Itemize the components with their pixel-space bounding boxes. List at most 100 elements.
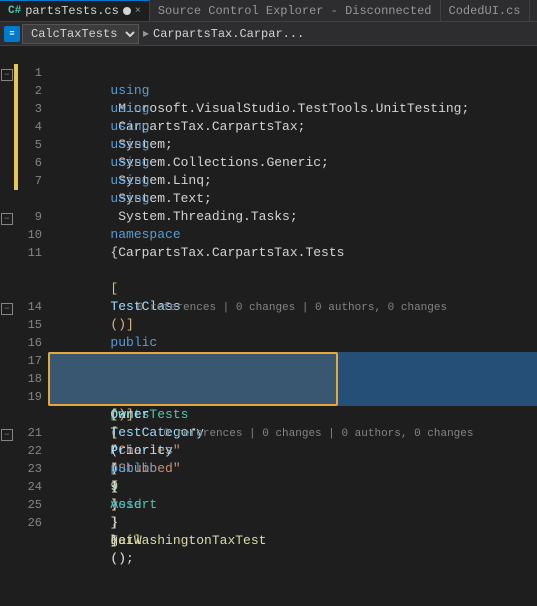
code-line-18: [ TestCategory ( "Stubbed" ) ]	[48, 370, 537, 388]
gutter-cell-3	[0, 100, 14, 118]
breadcrumb-icon: ≡	[4, 26, 20, 42]
gutter-cell-15	[0, 316, 14, 334]
linenum-21: 21	[18, 424, 42, 442]
gutter-cell-21[interactable]: −	[0, 424, 14, 442]
gutter-cell-11	[0, 244, 14, 262]
code-brace-close-ns: }	[110, 533, 118, 548]
code-line-2: using CarpartsTax.CarpartsTax;	[48, 82, 537, 100]
gutter-cell-2	[0, 82, 14, 100]
linenum-20	[18, 406, 42, 424]
linenum-3: 3	[18, 100, 42, 118]
breadcrumb-right: CarpartsTax.Carpar...	[153, 27, 304, 41]
breadcrumb-icon-text: ≡	[9, 29, 14, 39]
code-line-11: [ TestClass ()]	[48, 244, 537, 262]
code-line-8	[48, 190, 537, 208]
tab-close-partstests[interactable]: ×	[135, 6, 141, 17]
breadcrumb-dropdown[interactable]: CalcTaxTests	[22, 24, 139, 44]
gutter-cell-16	[0, 334, 14, 352]
linenum-13	[18, 280, 42, 298]
linenum-6: 6	[18, 154, 42, 172]
gutter-cell-12	[0, 262, 14, 280]
gutter-cell-0	[0, 46, 14, 64]
code-line-25: }	[48, 496, 537, 514]
tab-modified-dot	[123, 7, 131, 15]
tab-label-sourcecontrol: Source Control Explorer - Disconnected	[158, 4, 432, 18]
code-line-15: {	[48, 316, 537, 334]
collapse-using[interactable]: −	[1, 69, 13, 81]
editor-area: − − −	[0, 46, 537, 606]
code-line-6: using System.Text;	[48, 154, 537, 172]
gutter-cell-24	[0, 478, 14, 496]
code-line-24: }	[48, 478, 537, 496]
linenum-15: 15	[18, 316, 42, 334]
gutter-cell-5	[0, 136, 14, 154]
code-line-5: using System.Linq;	[48, 136, 537, 154]
gutter-cell-18	[0, 370, 14, 388]
tab-label-codedui: CodedUI.cs	[449, 4, 521, 18]
code-line-14: public class partsTests	[48, 298, 537, 316]
gutter-cell-6	[0, 154, 14, 172]
linenum-4: 4	[18, 118, 42, 136]
col-code: using Microsoft.VisualStudio.TestTools.U…	[48, 46, 537, 606]
linenum-22: 22	[18, 442, 42, 460]
code-line-7: using System.Threading.Tasks;	[48, 172, 537, 190]
linenum-0	[18, 46, 42, 64]
gutter-cell-20	[0, 406, 14, 424]
gutter-cell-4	[0, 118, 14, 136]
code-line-17: [ Owner ( "Charles" ) ]	[48, 352, 537, 370]
linenum-12	[18, 262, 42, 280]
code-line-16: [ TestMethod ()]	[48, 334, 537, 352]
linenum-1: 1	[18, 64, 42, 82]
linenum-17: 17	[18, 352, 42, 370]
tab-partstests[interactable]: C# partsTests.cs ×	[0, 0, 150, 21]
col-linenums: 1 2 3 4 5 6 7 9 10 11 14 15 16 17 18 19 …	[18, 46, 48, 606]
collapse-method[interactable]: −	[1, 429, 13, 441]
linenum-10: 10	[18, 226, 42, 244]
tab-codedui[interactable]: CodedUI.cs	[441, 0, 530, 21]
collapse-class[interactable]: −	[1, 303, 13, 315]
gutter-cell-22	[0, 442, 14, 460]
gutter-cell-25	[0, 496, 14, 514]
linenum-19: 19	[18, 388, 42, 406]
linenum-25: 25	[18, 496, 42, 514]
col-gutter: − − −	[0, 46, 14, 606]
linenum-14: 14	[18, 298, 42, 316]
linenum-2: 2	[18, 82, 42, 100]
gutter-cell-9[interactable]: −	[0, 208, 14, 226]
code-parens-23: ();	[110, 551, 133, 566]
linenum-9: 9	[18, 208, 42, 226]
code-line-26: }	[48, 514, 537, 532]
code-line-1: using Microsoft.VisualStudio.TestTools.U…	[48, 64, 537, 82]
code-line-13: 0 references | 0 changes | 0 authors, 0 …	[48, 280, 537, 298]
linenum-26: 26	[18, 514, 42, 532]
code-line-20: 0 references | 0 changes | 0 authors, 0 …	[48, 406, 537, 424]
gutter-cell-8	[0, 190, 14, 208]
linenum-7: 7	[18, 172, 42, 190]
code-line-4: using System.Collections.Generic;	[48, 118, 537, 136]
gutter-cell-1[interactable]: −	[0, 64, 14, 82]
linenum-18: 18	[18, 370, 42, 388]
code-line-9: namespace CarpartsTax.CarpartsTax.Tests	[48, 208, 537, 226]
gutter-cell-14[interactable]: −	[0, 298, 14, 316]
code-line-19: [ Priority ( 9 ) ]	[48, 388, 537, 406]
tab-icon-cs: C#	[8, 5, 21, 17]
linenum-5: 5	[18, 136, 42, 154]
linenum-11: 11	[18, 244, 42, 262]
tabs-bar: C# partsTests.cs × Source Control Explor…	[0, 0, 537, 22]
tab-sourcecontrol[interactable]: Source Control Explorer - Disconnected	[150, 0, 441, 21]
gutter-cell-17	[0, 352, 14, 370]
gutter-cell-13	[0, 280, 14, 298]
linenum-16: 16	[18, 334, 42, 352]
collapse-namespace[interactable]: −	[1, 213, 13, 225]
linenum-23: 23	[18, 460, 42, 478]
tab-startup[interactable]: Startup.cs	[530, 0, 537, 21]
gutter-cell-19	[0, 388, 14, 406]
tab-label-partstests: partsTests.cs	[25, 4, 119, 18]
gutter-cell-23	[0, 460, 14, 478]
code-line-10: {	[48, 226, 537, 244]
code-line-0	[48, 46, 537, 64]
code-line-21: public void getWashingtonTaxTest ()	[48, 424, 537, 442]
code-line-3: using System;	[48, 100, 537, 118]
gutter-cell-26	[0, 514, 14, 532]
code-line-12	[48, 262, 537, 280]
